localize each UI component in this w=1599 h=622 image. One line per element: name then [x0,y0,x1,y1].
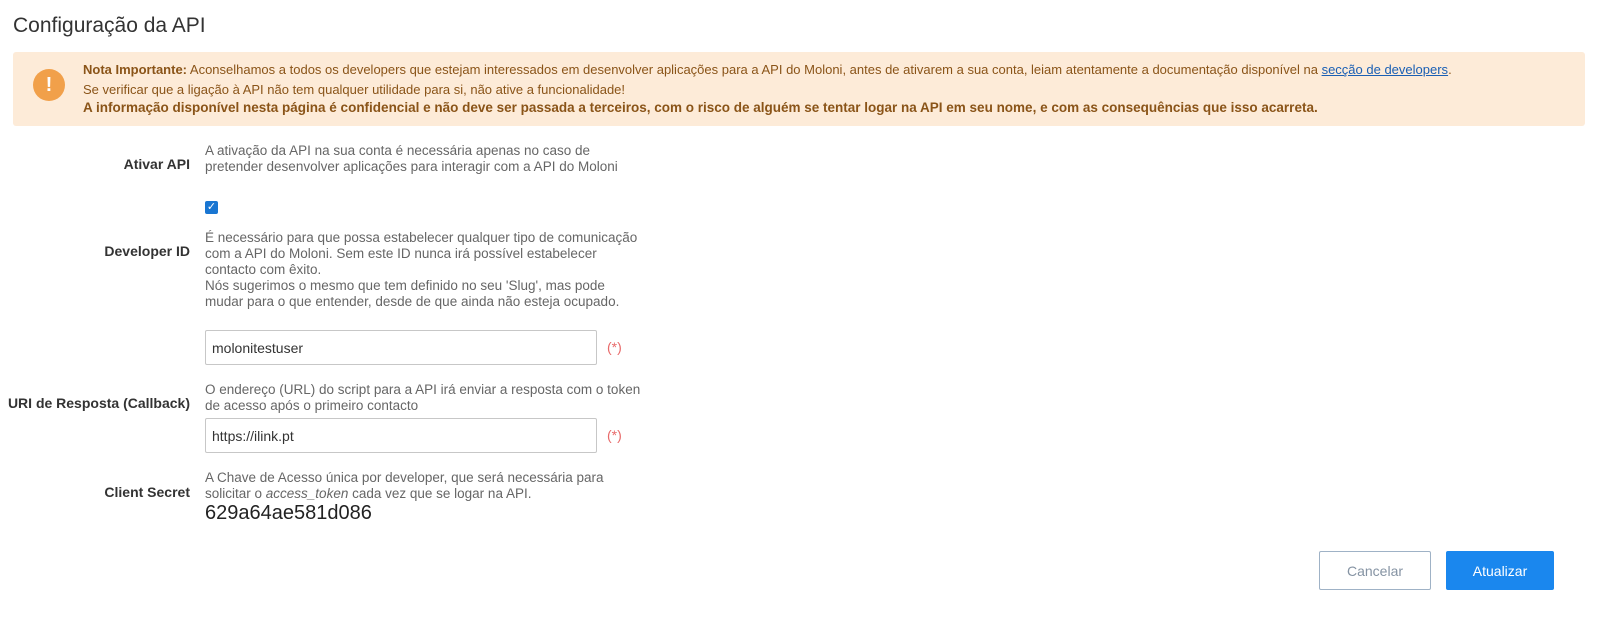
client-secret-desc-after: cada vez que se logar na API. [348,486,532,501]
client-secret-desc-em: access_token [265,486,349,501]
developer-id-input[interactable] [205,330,597,365]
page-title: Configuração da API [13,14,206,37]
ativar-api-checkbox[interactable]: ✓ [205,201,218,214]
developer-id-description: É necessário para que possa estabelecer … [205,230,645,310]
alert-line-1-text: Aconselhamos a todos os developers que e… [187,62,1322,77]
alert-line-3: A informação disponível nesta página é c… [83,100,1318,115]
client-secret-label: Client Secret [104,484,190,500]
callback-uri-description: O endereço (URL) do script para a API ir… [205,382,641,413]
developer-id-description-2: Nós sugerimos o mesmo que tem definido n… [205,278,620,309]
client-secret-value: 629a64ae581d086 [205,502,372,524]
callback-uri-label: URI de Resposta (Callback) [7,395,190,411]
callback-uri-required-marker: (*) [607,427,622,443]
client-secret-description: A Chave de Acesso única por developer, q… [205,470,645,502]
alert-bold-label: Nota Importante: [83,62,187,77]
cancel-button[interactable]: Cancelar [1319,551,1431,590]
update-button[interactable]: Atualizar [1446,551,1554,590]
developer-id-label: Developer ID [104,243,190,259]
ativar-api-label: Ativar API [123,156,190,172]
alert-line-1-end: . [1448,62,1452,77]
developer-id-description-1: É necessário para que possa estabelecer … [205,230,638,277]
developers-section-link[interactable]: secção de developers [1322,62,1448,77]
callback-uri-input[interactable] [205,418,597,453]
exclamation-icon: ! [33,69,65,101]
important-note-alert: ! Nota Importante: Aconselhamos a todos … [13,52,1585,126]
ativar-api-description: A ativação da API na sua conta é necessá… [205,143,618,174]
developer-id-required-marker: (*) [607,339,622,355]
alert-line-2: Se verificar que a ligação à API não tem… [83,82,626,97]
alert-line-1: Nota Importante: Aconselhamos a todos os… [83,62,1452,77]
